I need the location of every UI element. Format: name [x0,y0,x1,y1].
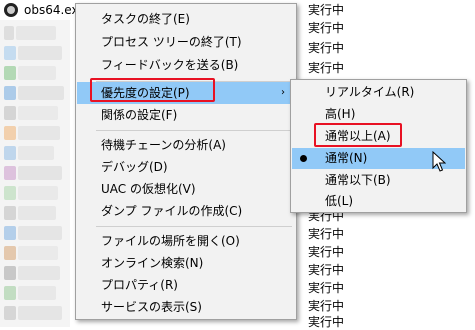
menu-item-open-file-location[interactable]: ファイルの場所を開く(O) [77,230,295,252]
blurred-process-list [0,0,70,327]
status-cell: 実行中 [308,299,345,313]
menu-item-analyze-wait-chain[interactable]: 待機チェーンの分析(A) [77,134,295,156]
priority-above-normal[interactable]: 通常以上(A) [292,126,465,147]
status-cell: 実行中 [308,61,345,75]
menu-item-create-dump-file[interactable]: ダンプ ファイルの作成(C) [77,200,295,222]
submenu-item-label: 高(H) [325,107,356,121]
status-cell: 実行中 [308,263,345,277]
menu-item-go-to-services[interactable]: サービスの表示(S) [77,296,295,318]
menu-item-label: 優先度の設定(P) [101,86,190,100]
menu-separator [96,130,292,131]
menu-item-set-priority[interactable]: 優先度の設定(P) › [77,82,295,104]
priority-low[interactable]: 低(L) [292,191,465,212]
priority-realtime[interactable]: リアルタイム(R) [292,82,465,103]
menu-item-label: サービスの表示(S) [101,300,202,314]
obs-icon [4,3,18,17]
submenu-item-label: 通常以上(A) [325,129,391,143]
chevron-right-icon: › [281,87,285,98]
status-cell: 実行中 [308,41,345,55]
menu-item-label: ダンプ ファイルの作成(C) [101,204,243,218]
status-cell: 実行中 [308,315,345,329]
status-cell: 実行中 [308,281,345,295]
menu-item-label: プロセス ツリーの終了(T) [101,35,242,49]
menu-item-end-task[interactable]: タスクの終了(E) [77,8,295,30]
status-cell: 実行中 [308,21,345,35]
menu-item-set-affinity[interactable]: 関係の設定(F) [77,104,295,126]
submenu-item-label: 低(L) [325,194,354,208]
menu-separator [96,226,292,227]
status-cell: 実行中 [308,227,345,241]
menu-item-search-online[interactable]: オンライン検索(N) [77,252,295,274]
priority-submenu: リアルタイム(R) 高(H) 通常以上(A) 通常(N) 通常以下(B) 低(L… [290,79,467,213]
menu-item-label: オンライン検索(N) [101,256,204,270]
menu-item-label: ファイルの場所を開く(O) [101,234,240,248]
menu-item-label: 待機チェーンの分析(A) [101,138,226,152]
menu-item-label: デバッグ(D) [101,160,168,174]
submenu-item-label: 通常(N) [325,151,368,165]
menu-item-end-process-tree[interactable]: プロセス ツリーの終了(T) [77,31,295,53]
menu-item-send-feedback[interactable]: フィードバックを送る(B) [77,54,295,76]
menu-item-label: 関係の設定(F) [101,108,178,122]
menu-item-label: プロパティ(R) [101,278,178,292]
menu-item-debug[interactable]: デバッグ(D) [77,156,295,178]
menu-item-label: フィードバックを送る(B) [101,58,239,72]
submenu-item-label: リアルタイム(R) [325,85,415,99]
menu-item-label: UAC の仮想化(V) [101,182,196,196]
status-cell: 実行中 [308,245,345,259]
radio-dot-icon [300,155,307,162]
mouse-pointer-icon [432,151,446,172]
priority-below-normal[interactable]: 通常以下(B) [292,170,465,191]
submenu-item-label: 通常以下(B) [325,173,391,187]
menu-item-label: タスクの終了(E) [101,12,190,26]
menu-item-uac-virtualization[interactable]: UAC の仮想化(V) [77,178,295,200]
status-cell: 実行中 [308,3,345,17]
menu-item-properties[interactable]: プロパティ(R) [77,274,295,296]
priority-high[interactable]: 高(H) [292,104,465,125]
process-context-menu: タスクの終了(E) プロセス ツリーの終了(T) フィードバックを送る(B) 優… [75,3,297,320]
